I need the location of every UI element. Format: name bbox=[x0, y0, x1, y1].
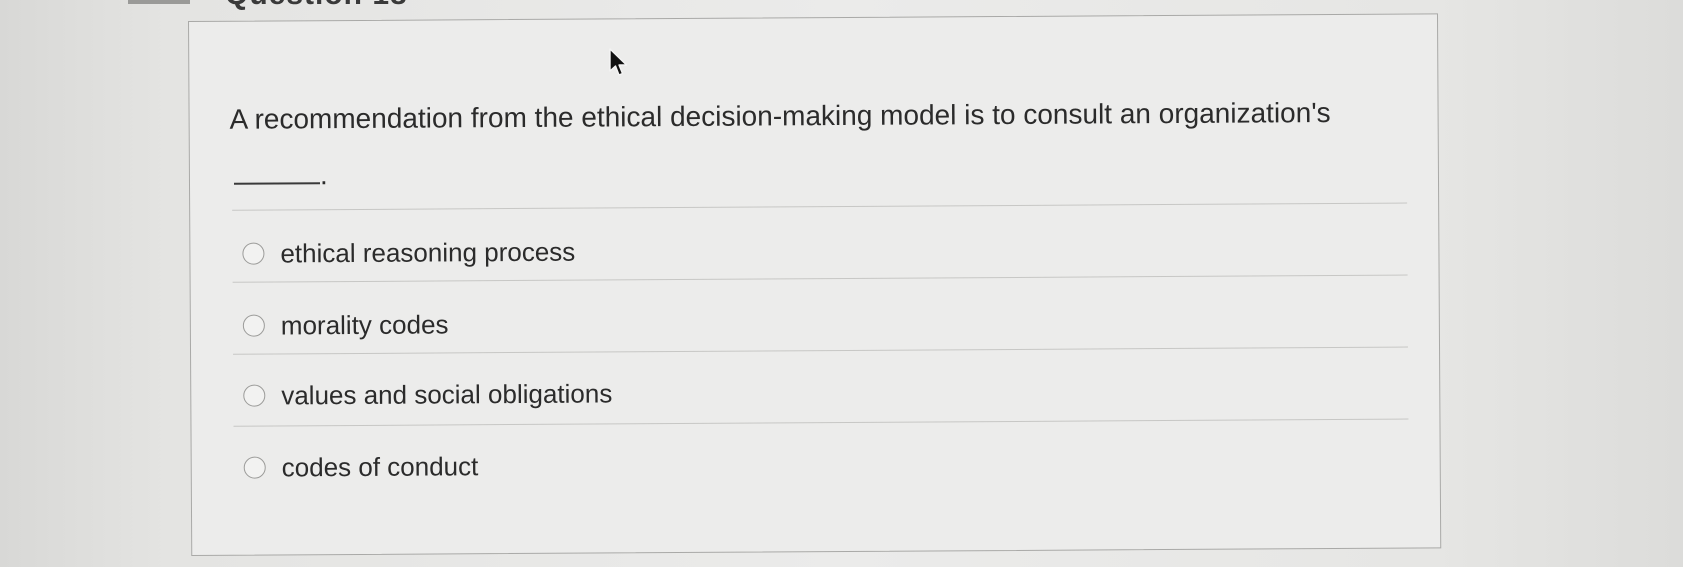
answer-choice-4[interactable]: codes of conduct bbox=[243, 446, 479, 487]
divider bbox=[233, 418, 1409, 427]
divider bbox=[233, 346, 1409, 355]
answer-choice-label[interactable]: morality codes bbox=[281, 309, 449, 341]
radio-button-icon[interactable] bbox=[243, 384, 266, 407]
divider bbox=[232, 202, 1408, 211]
radio-button-icon[interactable] bbox=[243, 456, 266, 479]
question-card: A recommendation from the ethical decisi… bbox=[188, 13, 1442, 556]
answer-choice-label[interactable]: ethical reasoning process bbox=[280, 236, 575, 269]
question-prompt-text: A recommendation from the ethical decisi… bbox=[229, 97, 1331, 135]
answer-choice-1[interactable]: ethical reasoning process bbox=[242, 232, 575, 274]
answer-choice-label[interactable]: codes of conduct bbox=[282, 451, 479, 483]
radio-button-icon[interactable] bbox=[242, 314, 265, 337]
divider bbox=[232, 274, 1408, 283]
arrow-pointer-icon bbox=[609, 48, 628, 76]
answer-choice-3[interactable]: values and social obligations bbox=[243, 373, 612, 415]
radio-button-icon[interactable] bbox=[242, 242, 265, 265]
question-prompt: A recommendation from the ethical decisi… bbox=[229, 85, 1380, 204]
answer-blank bbox=[233, 156, 320, 185]
answer-choice-label[interactable]: values and social obligations bbox=[281, 378, 612, 411]
question-prompt-end: . bbox=[319, 159, 328, 191]
question-title: Question 18 bbox=[225, 0, 408, 12]
window-tab-indicator bbox=[128, 0, 190, 4]
answer-choice-2[interactable]: morality codes bbox=[242, 304, 449, 345]
